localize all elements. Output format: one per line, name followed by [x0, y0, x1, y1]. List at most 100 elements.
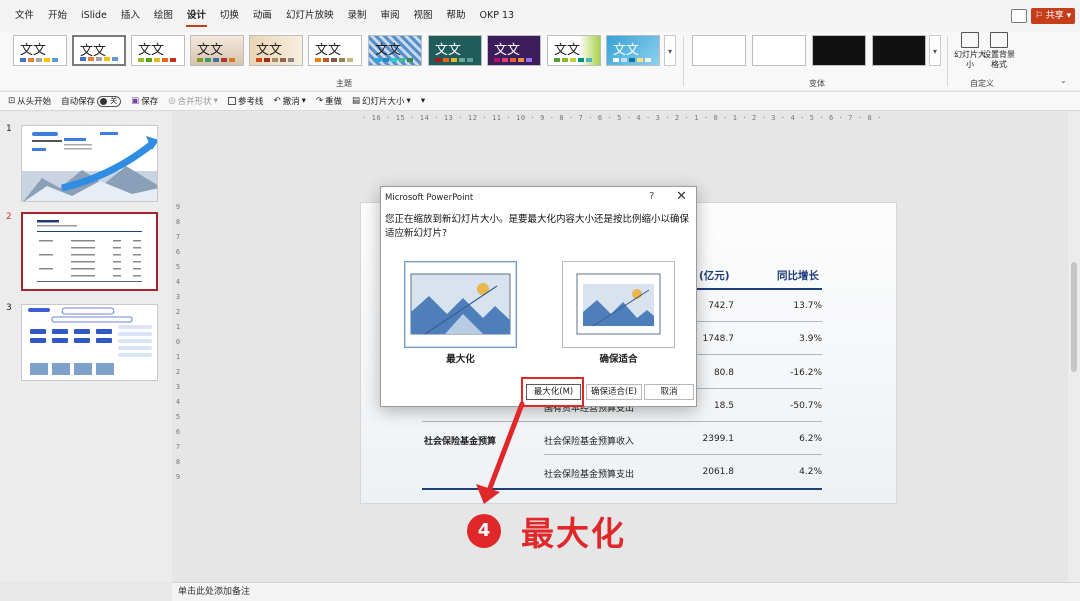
menu-islide[interactable]: iSlide — [74, 0, 114, 32]
ensure-fit-button[interactable]: 确保适合(E) — [586, 384, 642, 400]
menu-view[interactable]: 视图 — [406, 0, 439, 32]
share-button[interactable]: ⚐ 共享 ▾ — [1031, 8, 1075, 24]
theme-pattern[interactable]: 文文 — [368, 35, 422, 66]
ruler-tick: 3 — [175, 293, 181, 301]
menu-okp[interactable]: OKP 13 — [473, 0, 522, 32]
vertical-ruler: 9 8 7 6 5 4 3 2 1 0 1 2 3 4 5 6 7 8 9 — [173, 200, 183, 500]
checkbox-icon — [227, 97, 236, 105]
menu-insert[interactable]: 插入 — [114, 0, 147, 32]
slide-thumbnail-1[interactable] — [21, 125, 158, 202]
theme-slice[interactable]: 文文 — [547, 35, 601, 66]
ruler-tick: 5 — [175, 413, 181, 421]
ribbon-separator — [683, 36, 684, 86]
menu-record[interactable]: 录制 — [340, 0, 373, 32]
table-cell-item: 社会保险基金预算收入 — [544, 437, 635, 447]
ruler-tick: 2 — [175, 308, 181, 316]
theme-sample-text: 文文 — [375, 43, 402, 58]
horizontal-ruler: · 16 · 15 · 14 · 13 · 12 · 11 · 10 · 9 ·… — [362, 114, 882, 122]
chevron-down-icon: ▾ — [301, 96, 306, 106]
customize-qat-button[interactable]: ▾ — [421, 96, 425, 106]
merge-shapes-icon: ◎ — [168, 96, 176, 106]
slide-size-qat-label: 幻灯片大小 — [362, 97, 405, 107]
cancel-button[interactable]: 取消 — [644, 384, 694, 400]
slide-size-qat-button[interactable]: ▤ 幻灯片大小 ▾ — [352, 95, 411, 107]
themes-group-label: 主题 — [336, 79, 352, 88]
table-cell-growth: 4.2% — [799, 467, 822, 477]
maximize-option[interactable] — [404, 261, 517, 348]
merge-shapes-button[interactable]: ◎ 合并形状 ▾ — [168, 95, 218, 107]
table-cell-amount: 18.5 — [713, 401, 734, 411]
theme-sample-text: 文文 — [256, 43, 283, 58]
undo-icon: ↶ — [273, 96, 281, 106]
variants-group-label: 变体 — [809, 79, 825, 88]
redo-icon: ↷ — [315, 96, 323, 106]
slide-thumbnail-2[interactable] — [21, 212, 158, 291]
undo-button[interactable]: ↶ 撤消 ▾ — [273, 95, 305, 107]
scrollbar-thumb[interactable] — [1071, 262, 1077, 372]
table-row-rule — [544, 454, 822, 455]
customize-group-label: 自定义 — [970, 79, 994, 88]
slide-thumbnail-3[interactable] — [21, 304, 158, 381]
table-header-amount: (亿元) — [699, 270, 730, 282]
ruler-tick: 1 — [175, 353, 181, 361]
theme-office[interactable]: 文文 — [13, 35, 67, 66]
maximize-option-label: 最大化 — [446, 354, 475, 365]
slide-size-button[interactable]: 幻灯片大小 — [954, 32, 986, 70]
help-icon[interactable]: ? — [649, 191, 654, 202]
variant-2[interactable] — [752, 35, 806, 66]
slide-size-icon — [961, 32, 979, 48]
theme-facet[interactable]: 文文 — [131, 35, 185, 66]
variant-3[interactable] — [812, 35, 866, 66]
redo-button[interactable]: ↷ 重做 — [316, 95, 342, 107]
theme-ion[interactable]: 文文 — [428, 35, 482, 66]
menu-transitions[interactable]: 切换 — [213, 0, 246, 32]
autosave-control[interactable]: 自动保存 关 — [61, 95, 122, 107]
save-button[interactable]: ▣ 保存 — [131, 95, 158, 107]
menu-slideshow[interactable]: 幻灯片放映 — [279, 0, 341, 32]
theme-sample-text: 文文 — [197, 43, 224, 58]
variant-1[interactable] — [692, 35, 746, 66]
ruler-tick: 9 — [175, 473, 181, 481]
menu-design[interactable]: 设计 — [180, 0, 213, 32]
menu-animations[interactable]: 动画 — [246, 0, 279, 32]
notes-pane[interactable]: 单击此处添加备注 — [172, 582, 1080, 601]
close-icon[interactable]: ✕ — [676, 189, 687, 204]
slide-size-label: 幻灯片大小 — [954, 50, 986, 69]
theme-retrospect[interactable]: 文文 — [308, 35, 362, 66]
menu-home[interactable]: 开始 — [41, 0, 74, 32]
resize-dialog: Microsoft PowerPoint ? ✕ 您正在缩放到新幻灯片大小。是要… — [380, 186, 697, 407]
ruler-tick: 3 — [175, 383, 181, 391]
ruler-tick: 7 — [175, 233, 181, 241]
ensure-fit-option[interactable] — [562, 261, 675, 348]
autosave-toggle[interactable]: 关 — [97, 95, 122, 107]
themes-more-button[interactable]: ▾ — [664, 35, 676, 66]
format-background-button[interactable]: 设置背景格式 — [983, 32, 1015, 70]
slide-number: 1 — [6, 124, 12, 134]
table-cell-growth: -16.2% — [790, 368, 822, 378]
menu-review[interactable]: 审阅 — [373, 0, 406, 32]
menu-draw[interactable]: 绘图 — [147, 0, 180, 32]
slide-size-icon: ▤ — [352, 96, 361, 106]
theme-ion-board[interactable]: 文文 — [487, 35, 541, 66]
guides-checkbox[interactable]: 参考线 — [227, 95, 263, 107]
theme-sample-text: 文文 — [554, 43, 581, 58]
table-cell-amount: 1748.7 — [702, 334, 735, 344]
redo-label: 重做 — [324, 97, 342, 107]
variant-4[interactable] — [872, 35, 926, 66]
from-start-button[interactable]: ⊡ 从头开始 — [8, 95, 51, 107]
chevron-down-icon: ▾ — [406, 96, 411, 106]
variants-more-button[interactable]: ▾ — [929, 35, 941, 66]
theme-wood[interactable]: 文文 — [249, 35, 303, 66]
table-cell-item: 社会保险基金预算支出 — [544, 470, 635, 480]
theme-current[interactable]: 文文 — [72, 35, 126, 66]
menu-help[interactable]: 帮助 — [440, 0, 473, 32]
vertical-scrollbar[interactable] — [1068, 112, 1080, 582]
menu-file[interactable]: 文件 — [8, 0, 41, 32]
dialog-title: Microsoft PowerPoint — [385, 193, 474, 203]
ribbon-collapse-icon[interactable]: ⌄ — [1060, 76, 1067, 85]
comment-icon[interactable] — [1011, 9, 1027, 23]
theme-dividend[interactable]: 文文 — [606, 35, 660, 66]
table-header-growth: 同比增长 — [777, 270, 819, 282]
theme-organic[interactable]: 文文 — [190, 35, 244, 66]
highlight-box — [521, 377, 584, 407]
